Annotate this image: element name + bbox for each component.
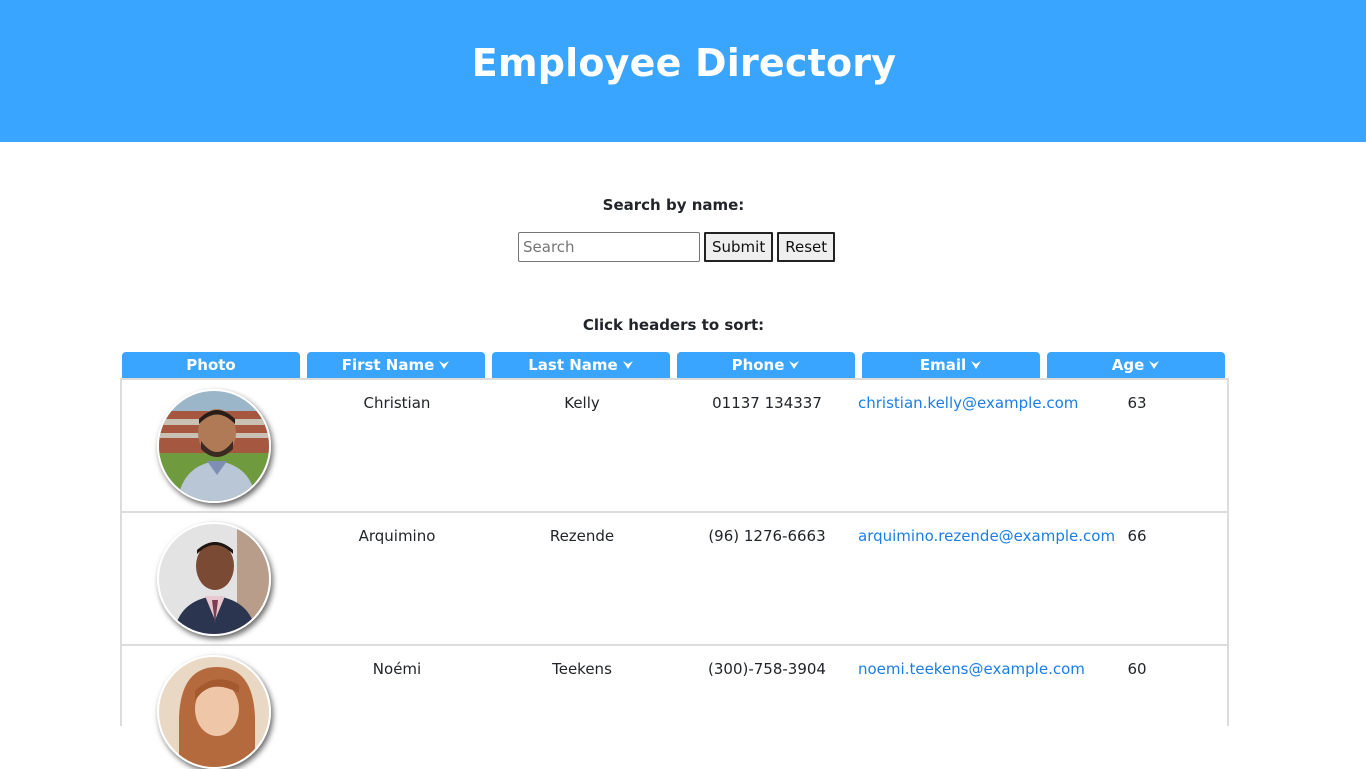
email-link[interactable]: christian.kelly@example.com xyxy=(858,394,1078,412)
sort-hint: Click headers to sort: xyxy=(582,316,765,334)
chevron-down-icon xyxy=(971,361,982,369)
reset-button[interactable]: Reset xyxy=(777,232,836,262)
age-cell: 66 xyxy=(1127,527,1147,545)
chevron-down-icon xyxy=(622,361,633,369)
search-label: Search by name: xyxy=(602,196,745,214)
column-header-label: Last Name xyxy=(528,356,618,374)
age-cell: 60 xyxy=(1127,660,1147,678)
employee-photo xyxy=(159,524,269,634)
column-header-label: Phone xyxy=(731,356,785,374)
avatar xyxy=(157,522,271,636)
photo-cell xyxy=(157,389,271,503)
first-name-cell: Noémi xyxy=(372,660,422,678)
table-row: Arquimino Rezende (96) 1276-6663 arquimi… xyxy=(122,513,1227,646)
employee-table-body: Christian Kelly 01137 134337 christian.k… xyxy=(120,378,1229,769)
photo-cell xyxy=(157,522,271,636)
chevron-down-icon xyxy=(1149,361,1160,369)
column-header-photo[interactable]: Photo xyxy=(122,352,300,378)
phone-cell: (300)-758-3904 xyxy=(708,660,826,678)
last-name-cell: Teekens xyxy=(552,660,612,678)
avatar xyxy=(157,655,271,769)
column-header-label: Email xyxy=(919,356,967,374)
employee-photo xyxy=(159,657,269,767)
last-name-cell: Rezende xyxy=(549,527,615,545)
table-row: Noémi Teekens (300)-758-3904 noemi.teeke… xyxy=(122,646,1227,769)
column-header-age[interactable]: Age xyxy=(1047,352,1225,378)
column-header-first-name[interactable]: First Name xyxy=(307,352,485,378)
submit-button[interactable]: Submit xyxy=(704,232,774,262)
column-header-phone[interactable]: Phone xyxy=(677,352,855,378)
last-name-cell: Kelly xyxy=(564,394,600,412)
table-header: Photo First Name Last Name Phone Email A… xyxy=(122,352,1225,378)
photo-cell xyxy=(157,655,271,769)
table-row: Christian Kelly 01137 134337 christian.k… xyxy=(122,380,1227,513)
search-input[interactable] xyxy=(518,232,700,262)
phone-cell: (96) 1276-6663 xyxy=(708,527,826,545)
column-header-label: First Name xyxy=(341,356,435,374)
first-name-cell: Arquimino xyxy=(358,527,436,545)
page-title: Employee Directory xyxy=(471,41,897,85)
avatar xyxy=(157,389,271,503)
column-header-label: Age xyxy=(1111,356,1145,374)
age-cell: 63 xyxy=(1127,394,1147,412)
page-header: Employee Directory xyxy=(0,0,1366,142)
chevron-down-icon xyxy=(789,361,800,369)
phone-cell: 01137 134337 xyxy=(712,394,822,412)
chevron-down-icon xyxy=(439,361,450,369)
column-header-label: Photo xyxy=(186,356,236,374)
column-header-email[interactable]: Email xyxy=(862,352,1040,378)
first-name-cell: Christian xyxy=(363,394,431,412)
employee-photo xyxy=(159,391,269,501)
column-header-last-name[interactable]: Last Name xyxy=(492,352,670,378)
search-form: Submit Reset xyxy=(518,232,836,262)
